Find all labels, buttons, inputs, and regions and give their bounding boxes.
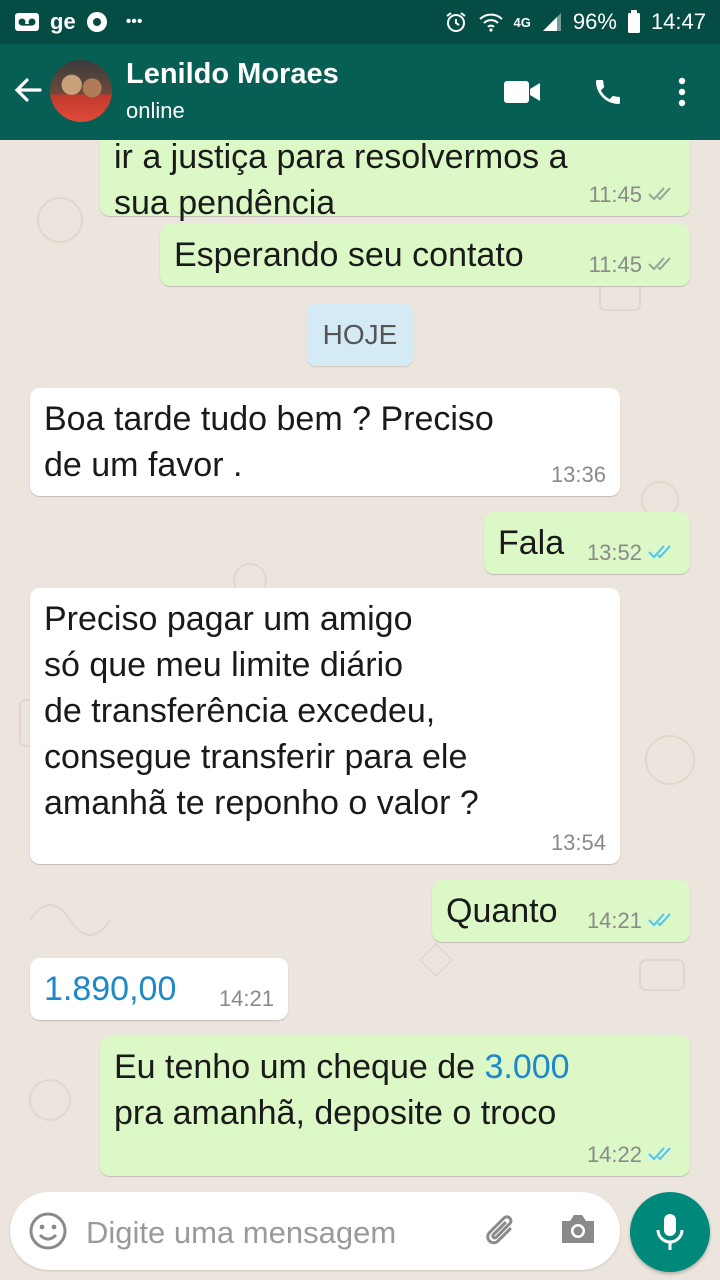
emoji-button[interactable] <box>28 1211 68 1251</box>
message-text-line: amanhã te reponho o valor ? <box>44 784 479 822</box>
video-call-button[interactable] <box>502 72 542 112</box>
message-incoming[interactable]: 1.890,00 14:21 <box>30 958 288 1020</box>
double-check-icon <box>648 184 676 206</box>
contact-name[interactable]: Lenildo Moraes <box>126 58 339 91</box>
double-check-read-icon <box>648 1144 676 1166</box>
message-text-line: Eu tenho um cheque de 3.000 <box>114 1048 570 1086</box>
message-amount[interactable]: 3.000 <box>485 1048 570 1086</box>
double-check-read-icon <box>648 542 676 564</box>
microphone-icon <box>656 1214 684 1250</box>
voicemail-icon <box>14 12 40 32</box>
more-notifications: ••• <box>125 13 143 30</box>
camera-icon <box>562 1215 594 1243</box>
signal-icon <box>541 11 563 33</box>
attach-button[interactable] <box>480 1209 524 1253</box>
alarm-icon <box>444 10 468 34</box>
message-text-line: de um favor . <box>44 446 243 484</box>
message-time: 13:52 <box>587 542 676 564</box>
clock: 14:47 <box>650 9 706 34</box>
message-input[interactable] <box>84 1210 468 1256</box>
chat-header: Lenildo Moraes online <box>0 44 720 140</box>
voice-call-button[interactable] <box>588 72 628 112</box>
battery-icon <box>627 10 641 34</box>
battery-percent: 96% <box>572 9 617 34</box>
message-text-line: pra amanhã, deposite o troco <box>114 1094 557 1132</box>
kebab-menu-icon <box>678 77 686 107</box>
message-outgoing[interactable]: Esperando seu contato 11:45 <box>160 224 690 286</box>
message-time: 11:45 <box>589 184 676 206</box>
message-time: 14:21 <box>218 986 274 1011</box>
camera-button[interactable] <box>558 1211 600 1251</box>
message-incoming[interactable]: Boa tarde tudo bem ? Preciso de um favor… <box>30 388 620 496</box>
more-options-button[interactable] <box>662 72 702 112</box>
message-input-box <box>10 1192 620 1270</box>
status-bar: ge ••• 4G 96% 14:47 <box>0 0 720 44</box>
message-time: 14:22 <box>587 1144 676 1166</box>
message-text-line: Boa tarde tudo bem ? Preciso <box>44 400 494 438</box>
message-time: 11:45 <box>589 254 676 276</box>
double-check-icon <box>648 254 676 276</box>
chrome-icon <box>86 11 108 33</box>
message-text-line: consegue transferir para ele <box>44 738 468 776</box>
paperclip-icon <box>486 1215 513 1245</box>
message-incoming[interactable]: Preciso pagar um amigo só que meu limite… <box>30 588 620 864</box>
contact-status: online <box>126 98 185 123</box>
message-outgoing[interactable]: Fala 13:52 <box>484 512 690 574</box>
date-divider: HOJE <box>307 304 413 366</box>
back-button[interactable] <box>10 72 50 112</box>
double-check-read-icon <box>648 910 676 932</box>
message-text-line: Preciso pagar um amigo <box>44 600 413 638</box>
message-text-line: só que meu limite diário <box>44 646 404 684</box>
message-time: 14:21 <box>587 910 676 932</box>
message-outgoing[interactable]: Eu tenho um cheque de 3.000 pra amanhã, … <box>100 1036 690 1176</box>
message-outgoing[interactable]: Quanto 14:21 <box>432 880 690 942</box>
message-text-line: ir a justiça para resolvermos a <box>114 140 568 176</box>
video-camera-icon <box>504 81 540 103</box>
phone-icon <box>596 80 620 104</box>
message-time: 13:36 <box>550 462 606 487</box>
wifi-icon <box>478 11 504 33</box>
message-list[interactable]: ir a justiça para resolvermos a sua pend… <box>0 140 720 1180</box>
composer-bar <box>0 1180 720 1280</box>
message-outgoing[interactable]: ir a justiça para resolvermos a sua pend… <box>100 140 690 222</box>
message-time: 13:54 <box>550 830 606 855</box>
smiley-icon <box>29 1212 67 1250</box>
arrow-left-icon <box>14 78 42 102</box>
message-text-line: de transferência excedeu, <box>44 692 436 730</box>
voice-message-button[interactable] <box>630 1192 710 1272</box>
carrier-label: ge <box>50 9 76 34</box>
avatar[interactable] <box>50 60 112 122</box>
network-type: 4G <box>513 14 531 30</box>
